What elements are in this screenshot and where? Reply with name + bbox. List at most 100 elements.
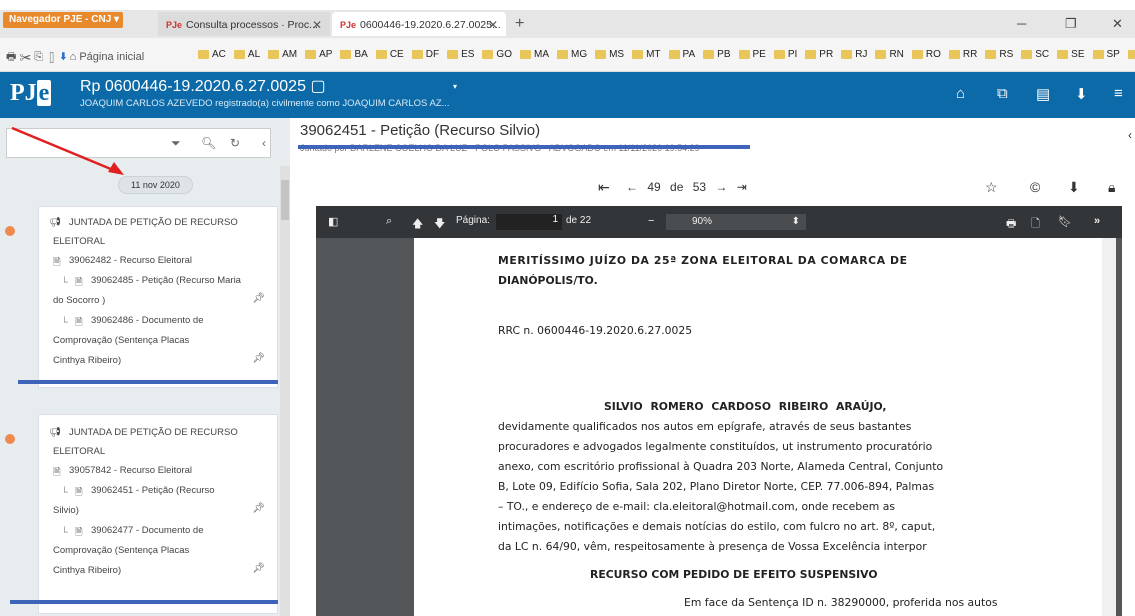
copyright-icon[interactable]: © xyxy=(1030,179,1040,195)
entry-title-cont[interactable]: ELEITORAL xyxy=(53,236,105,247)
bookmark-folder[interactable]: SC xyxy=(1021,49,1049,60)
prev-arrow-icon[interactable]: ← xyxy=(626,180,638,194)
copy-icon[interactable]: ⎘ xyxy=(34,51,43,63)
bookmark-folder[interactable]: TO xyxy=(1127,49,1135,60)
new-tab-icon[interactable]: + xyxy=(515,15,524,33)
entry-doc[interactable]: 39057842 - Recurso Eleitoral xyxy=(69,465,192,476)
bookmark-folder[interactable]: MG xyxy=(556,49,587,60)
bookmark-folder[interactable]: MS xyxy=(595,49,624,60)
sub-doc-cont[interactable]: Comprovação (Sentença Placas xyxy=(53,545,189,556)
last-page-icon[interactable]: ⇥ xyxy=(737,180,747,194)
bookmark-folder[interactable]: PI xyxy=(773,49,797,60)
bookmark-icon[interactable]: 🔖︎ xyxy=(1058,215,1072,228)
pin-icon[interactable]: 📌︎ xyxy=(252,353,265,364)
expand-panel-icon[interactable]: ‹ xyxy=(1128,128,1132,142)
bookmark-folder[interactable]: MT xyxy=(632,49,661,60)
sub-doc-cont[interactable]: Cinthya Ribeiro) xyxy=(53,565,121,576)
sub-doc[interactable]: 39062451 - Petição (Recurso xyxy=(91,485,215,496)
bookmark-folder[interactable]: RJ xyxy=(841,49,867,60)
copy-icon[interactable]: ▢ xyxy=(310,78,325,95)
close-icon[interactable]: ✕ xyxy=(312,18,322,32)
timeline-entry[interactable]: 📢︎ JUNTADA DE PETIÇÃO DE RECURSO ELEITOR… xyxy=(38,206,278,388)
home-bookmark-label[interactable]: Página inicial xyxy=(79,51,144,63)
entry-title[interactable]: JUNTADA DE PETIÇÃO DE RECURSO xyxy=(69,217,238,228)
attachment-icon[interactable]: ⧉ xyxy=(997,85,1008,102)
zoom-out-icon[interactable]: − xyxy=(648,215,654,227)
bookmark-folder[interactable]: CE xyxy=(375,49,404,60)
download-icon[interactable]: ⬇ xyxy=(1068,179,1080,196)
entry-title-cont[interactable]: ELEITORAL xyxy=(53,446,105,457)
bookmark-folder[interactable]: SP xyxy=(1092,49,1120,60)
page-up-icon[interactable]: 🡅 xyxy=(412,215,423,234)
documents-icon[interactable]: ▤ xyxy=(1036,85,1050,103)
more-tools-icon[interactable]: » xyxy=(1094,215,1100,227)
chevron-down-icon[interactable]: ▾ xyxy=(453,82,457,91)
bookmark-folder[interactable]: RO xyxy=(911,49,941,60)
sub-doc[interactable]: 39062486 - Documento de xyxy=(91,315,204,326)
entry-title[interactable]: JUNTADA DE PETIÇÃO DE RECURSO xyxy=(69,427,238,438)
sub-doc-cont[interactable]: Cinthya Ribeiro) xyxy=(53,355,121,366)
page-number-input[interactable]: 1 xyxy=(496,214,562,230)
download-icon[interactable]: ⬇ xyxy=(1075,85,1088,103)
bookmark-folder[interactable]: GO xyxy=(482,49,512,60)
star-icon[interactable]: ☆ xyxy=(985,179,998,196)
find-icon[interactable]: ⌕ xyxy=(386,215,392,228)
pdf-scrollbar[interactable] xyxy=(1102,238,1116,616)
navigator-button[interactable]: Navegador PJE - CNJ ▾ xyxy=(3,12,123,28)
sub-doc-cont[interactable]: do Socorro ) xyxy=(53,295,105,306)
timeline-scrollbar[interactable] xyxy=(280,166,290,616)
bookmark-folder[interactable]: ES xyxy=(447,49,474,60)
sidebar-toggle-icon[interactable]: ◧ xyxy=(328,215,338,228)
next-arrow-icon[interactable]: → xyxy=(715,180,727,194)
pin-icon[interactable]: 📌︎ xyxy=(252,503,265,514)
close-icon[interactable]: ✕ xyxy=(488,18,498,32)
bookmark-folder[interactable]: PB xyxy=(703,49,731,60)
search-icon[interactable]: 🔍︎ xyxy=(201,136,216,150)
bookmark-folder[interactable]: PE xyxy=(738,49,766,60)
pin-icon[interactable]: 📌︎ xyxy=(252,563,265,574)
menu-icon[interactable]: ≡ xyxy=(1114,85,1123,102)
sub-doc-cont[interactable]: Silvio) xyxy=(53,505,79,516)
bookmark-folder[interactable]: RN xyxy=(875,49,904,60)
bookmark-folder[interactable]: AL xyxy=(233,49,260,60)
collapse-panel-icon[interactable]: ‹ xyxy=(262,136,266,150)
bookmark-folder[interactable]: RS xyxy=(985,49,1013,60)
bookmark-folder[interactable]: DF xyxy=(411,49,439,60)
bookmark-folder[interactable]: AM xyxy=(268,49,297,60)
print-icon[interactable]: 🖶 xyxy=(6,51,16,63)
bookmark-folder[interactable]: SE xyxy=(1057,49,1085,60)
bookmark-folder[interactable]: RR xyxy=(948,49,977,60)
tab-consulta[interactable]: PJe Consulta processos · Proc... ✕ xyxy=(158,12,330,36)
bookmark-folder[interactable]: BA xyxy=(340,49,368,60)
entry-doc[interactable]: 39062482 - Recurso Eleitoral xyxy=(69,255,192,266)
pje-logo[interactable]: PJe xyxy=(10,80,62,110)
sub-doc-cont[interactable]: Comprovação (Sentença Placas xyxy=(53,335,189,346)
pin-icon[interactable]: 📌︎ xyxy=(252,293,265,304)
page-icon[interactable]: ▯ xyxy=(46,51,57,63)
scroll-thumb[interactable] xyxy=(281,180,289,220)
first-page-icon[interactable]: ⇤ xyxy=(598,179,610,196)
cut-icon[interactable]: ✂ xyxy=(19,51,31,63)
bookmark-folder[interactable]: MA xyxy=(519,49,549,60)
sub-doc[interactable]: 39062477 - Documento de xyxy=(91,525,204,536)
home-icon[interactable]: ⌂ xyxy=(956,85,965,102)
close-window-icon[interactable]: ✕ xyxy=(1112,16,1123,32)
timeline-entry[interactable]: 📢︎ JUNTADA DE PETIÇÃO DE RECURSO ELEITOR… xyxy=(38,414,278,614)
home-icon[interactable]: ⌂ xyxy=(70,51,77,63)
sub-doc[interactable]: 39062485 - Petição (Recurso Maria xyxy=(91,275,241,286)
refresh-icon[interactable]: ↻ xyxy=(230,136,240,150)
zoom-select[interactable]: 90% ⬍ xyxy=(666,214,806,230)
download-icon[interactable]: ⬇ xyxy=(60,51,66,63)
bookmark-folder[interactable]: PR xyxy=(805,49,833,60)
restore-icon[interactable]: ❐ xyxy=(1065,16,1077,32)
page-down-icon[interactable]: 🡇 xyxy=(434,215,445,234)
minimize-icon[interactable]: ─ xyxy=(1017,16,1026,31)
bookmark-folder[interactable]: AP xyxy=(305,49,332,60)
bookmark-folder[interactable]: PA xyxy=(668,49,695,60)
bookmark-folder[interactable]: AC xyxy=(198,49,226,60)
open-file-icon[interactable]: 🗋 xyxy=(1031,215,1040,234)
filter-icon[interactable]: ⏷ xyxy=(171,136,181,151)
tab-process[interactable]: PJe 0600446-19.2020.6.27.0025... ✕ xyxy=(332,12,506,36)
lock-icon[interactable]: 🔒︎ xyxy=(1108,179,1115,196)
print-icon[interactable]: 🖶 xyxy=(1006,215,1016,234)
